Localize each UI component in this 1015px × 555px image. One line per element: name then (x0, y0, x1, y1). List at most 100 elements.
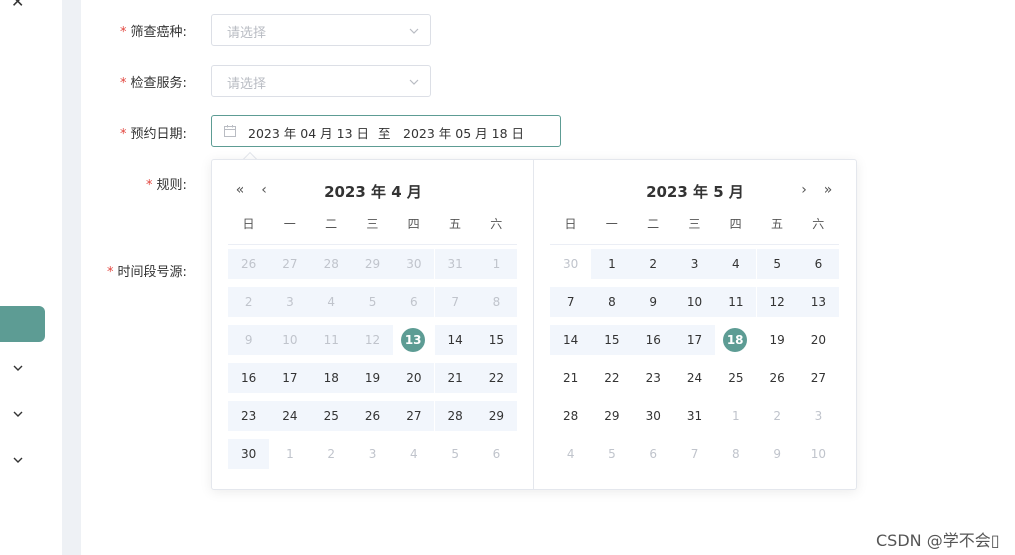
date-cell[interactable]: 1 (269, 439, 310, 469)
date-cell[interactable]: 18 (715, 325, 756, 355)
date-range-input[interactable]: 2023 年 04 月 13 日 至 2023 年 05 月 18 日 (211, 115, 561, 147)
date-cell[interactable]: 4 (393, 439, 434, 469)
date-cell[interactable]: 8 (475, 287, 518, 317)
date-cell[interactable]: 28 (310, 249, 352, 279)
date-cell[interactable]: 6 (633, 439, 674, 469)
date-cell[interactable]: 6 (797, 249, 840, 279)
date-cell[interactable]: 22 (475, 363, 518, 393)
date-cell[interactable]: 30 (633, 401, 674, 431)
date-cell[interactable]: 4 (550, 439, 591, 469)
date-cell[interactable]: 10 (798, 439, 839, 469)
date-cell[interactable]: 20 (393, 363, 435, 393)
date-cell[interactable]: 30 (228, 439, 270, 469)
date-cell[interactable]: 21 (434, 363, 476, 393)
date-cell[interactable]: 26 (228, 249, 270, 279)
date-cell[interactable]: 27 (798, 363, 839, 393)
date-cell[interactable]: 16 (228, 363, 270, 393)
date-cell[interactable]: 7 (550, 287, 592, 317)
date-cell[interactable]: 25 (310, 401, 352, 431)
date-cell[interactable]: 5 (591, 439, 632, 469)
date-cell[interactable]: 29 (351, 249, 394, 279)
date-cell[interactable]: 3 (798, 401, 839, 431)
date-cell[interactable]: 16 (632, 325, 674, 355)
date-cell[interactable]: 6 (393, 287, 435, 317)
date-cell[interactable]: 15 (475, 325, 518, 355)
date-cell[interactable]: 21 (550, 363, 591, 393)
date-cell[interactable]: 8 (591, 287, 633, 317)
date-cell[interactable]: 25 (715, 363, 756, 393)
selected-start-date[interactable]: 13 (401, 328, 426, 352)
date-cell[interactable]: 17 (269, 363, 311, 393)
date-cell[interactable]: 8 (715, 439, 756, 469)
date-cell[interactable]: 10 (269, 325, 311, 355)
date-cell[interactable]: 6 (476, 439, 517, 469)
next-month-icon[interactable]: › (797, 182, 811, 198)
date-cell[interactable]: 19 (351, 363, 394, 393)
date-cell[interactable]: 15 (591, 325, 633, 355)
chevron-down-icon[interactable] (11, 453, 25, 467)
date-cell[interactable]: 9 (632, 287, 674, 317)
cancer-type-select[interactable]: 请选择 (211, 14, 431, 46)
date-cell[interactable]: 7 (674, 439, 715, 469)
date-cell[interactable]: 31 (674, 401, 715, 431)
date-cell[interactable]: 18 (310, 363, 352, 393)
date-cell[interactable]: 22 (591, 363, 632, 393)
date-cell[interactable]: 4 (310, 287, 352, 317)
date-cell[interactable]: 10 (673, 287, 716, 317)
date-cell[interactable]: 17 (673, 325, 716, 355)
date-cell[interactable]: 5 (351, 287, 394, 317)
date-cell[interactable]: 11 (715, 287, 757, 317)
date-cell[interactable]: 26 (351, 401, 394, 431)
date-cell[interactable]: 9 (757, 439, 798, 469)
date-cell[interactable]: 28 (550, 401, 591, 431)
date-end-value[interactable]: 2023 年 05 月 18 日 (403, 123, 524, 142)
date-cell[interactable]: 5 (435, 439, 476, 469)
date-cell[interactable]: 14 (550, 325, 592, 355)
date-grid-left: 26 27 28 29 30 31 1 2 3 4 5 6 7 8 9 10 11 12 13 14 15 16 17 18 1… (228, 249, 518, 477)
date-start-value[interactable]: 2023 年 04 月 13 日 (248, 123, 369, 142)
date-cell[interactable]: 12 (756, 287, 798, 317)
date-cell[interactable]: 11 (310, 325, 352, 355)
date-cell[interactable]: 2 (228, 287, 270, 317)
date-cell[interactable]: 13 (393, 325, 434, 355)
date-cell[interactable]: 27 (269, 249, 311, 279)
date-cell[interactable]: 24 (269, 401, 311, 431)
weekday-label: 六 (812, 217, 825, 231)
chevron-down-icon[interactable] (11, 407, 25, 421)
service-select[interactable]: 请选择 (211, 65, 431, 97)
date-cell[interactable]: 5 (756, 249, 798, 279)
date-cell[interactable]: 9 (228, 325, 270, 355)
date-cell[interactable]: 31 (434, 249, 476, 279)
date-cell[interactable]: 24 (674, 363, 715, 393)
sidebar-active-item[interactable] (0, 306, 45, 342)
date-cell[interactable]: 2 (311, 439, 352, 469)
next-year-icon[interactable]: » (821, 182, 835, 198)
chevron-down-icon[interactable] (11, 361, 25, 375)
selected-end-date[interactable]: 18 (723, 328, 748, 352)
date-cell[interactable]: 19 (757, 325, 798, 355)
date-cell[interactable]: 29 (475, 401, 518, 431)
date-cell[interactable]: 30 (393, 249, 435, 279)
date-cell[interactable]: 1 (475, 249, 518, 279)
date-cell[interactable]: 12 (351, 325, 394, 355)
date-cell[interactable]: 7 (434, 287, 476, 317)
close-icon[interactable]: ✕ (11, 0, 24, 11)
date-cell[interactable]: 14 (434, 325, 476, 355)
date-cell[interactable]: 29 (591, 401, 632, 431)
date-cell[interactable]: 26 (757, 363, 798, 393)
date-cell[interactable]: 2 (632, 249, 674, 279)
date-cell[interactable]: 2 (757, 401, 798, 431)
date-cell[interactable]: 3 (269, 287, 311, 317)
date-cell[interactable]: 1 (715, 401, 756, 431)
date-cell[interactable]: 4 (715, 249, 757, 279)
date-cell[interactable]: 30 (550, 249, 591, 279)
date-cell[interactable]: 28 (434, 401, 476, 431)
date-cell[interactable]: 3 (673, 249, 716, 279)
date-cell[interactable]: 13 (797, 287, 840, 317)
date-cell[interactable]: 23 (228, 401, 270, 431)
date-cell[interactable]: 1 (591, 249, 633, 279)
date-cell[interactable]: 3 (352, 439, 393, 469)
date-cell[interactable]: 20 (798, 325, 839, 355)
date-cell[interactable]: 27 (393, 401, 435, 431)
date-cell[interactable]: 23 (633, 363, 674, 393)
